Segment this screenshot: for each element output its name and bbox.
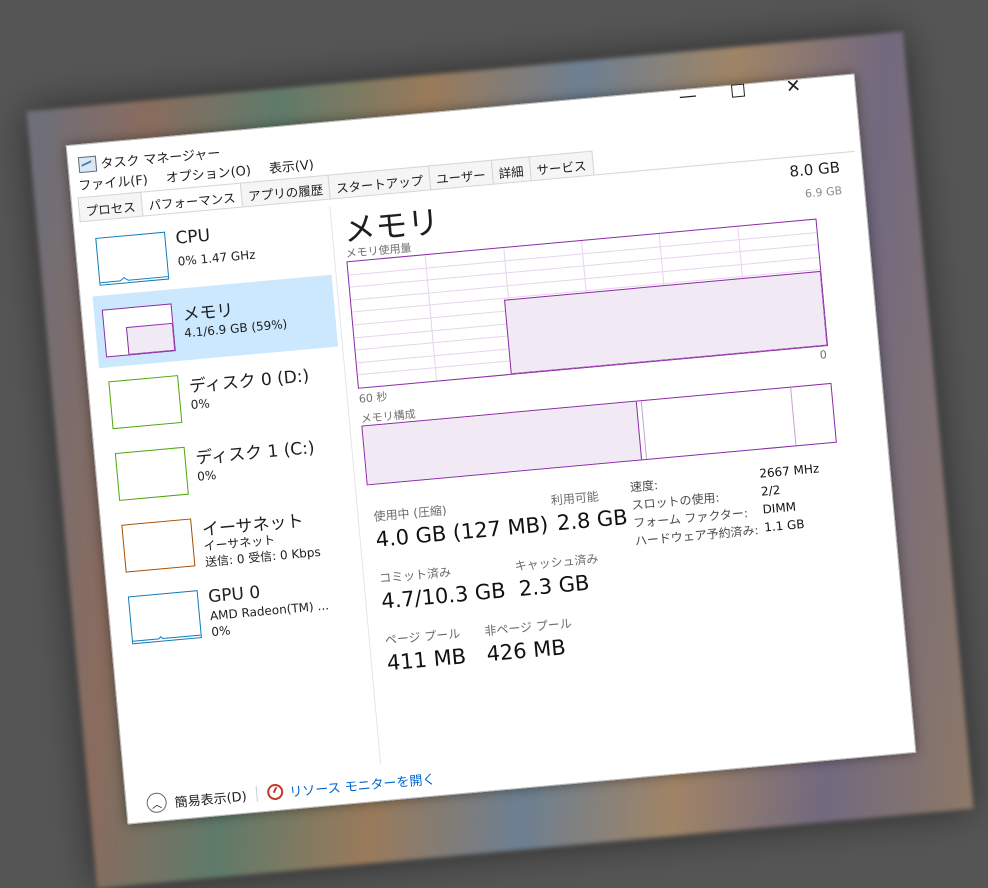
sidebar-gpu-usage: 0% [210,623,232,640]
available-label: 利用可能 [550,489,600,508]
gpu-thumbnail-line [132,634,201,642]
task-manager-app-icon [77,155,98,174]
tab-details[interactable]: 詳細 [490,156,532,184]
sidebar-disk0-name: ディスク 0 (D:) [188,366,311,398]
composition-standby-edge [790,387,797,446]
maximize-button[interactable] [713,75,762,109]
minimize-icon: — [677,84,698,108]
maximize-icon [730,83,745,98]
sidebar-disk0-usage: 0% [190,396,211,412]
close-button[interactable]: ✕ [769,70,818,104]
speed-label: 速度: [629,478,659,495]
ethernet-thumbnail-graph [121,518,196,573]
memory-usage-plot [348,226,828,381]
memory-thumbnail-graph [101,303,176,358]
memory-thumbnail-fill [125,322,176,355]
speed-value: 2667 MHz [758,461,820,481]
performance-sidebar: CPU 0% 1.47 GHz メモリ 4.1/6.9 GB (59%) ディス… [86,203,376,782]
disk0-thumbnail-graph [108,375,183,430]
resource-monitor-icon [266,783,285,801]
form-factor-value: DIMM [761,499,797,517]
sidebar-cpu-name: CPU [174,225,211,249]
nonpaged-pool-value: 426 MB [485,635,567,667]
menu-view[interactable]: 表示(V) [268,158,314,177]
memory-usage-series [504,270,828,375]
sidebar-gpu-name: GPU 0 [207,582,262,608]
memory-total: 8.0 GB [788,158,841,181]
slots-value: 2/2 [760,482,781,499]
memory-stats: 使用中 (圧縮) 4.0 GB (127 MB) 利用可能 2.8 GB コミッ… [368,455,886,719]
task-manager-window: タスク マネージャー — ✕ ファイル(F) オプション(O) 表示(V) プロ… [65,73,917,825]
sidebar-cpu-usage: 0% 1.47 GHz [177,247,257,269]
chevron-up-icon[interactable]: ︿ [145,791,168,814]
composition-modified-edge [640,401,648,459]
cpu-thumbnail-graph [95,231,170,286]
footer-separator [255,785,259,802]
minimize-button[interactable]: — [664,80,713,114]
paged-pool-value: 411 MB [385,644,468,676]
sidebar-disk1-name: ディスク 1 (C:) [194,438,316,469]
memory-detail-pane: メモリ 8.0 GB 6.9 GB メモリ使用量 0 60 秒 メモリ構成 使用… [341,156,890,759]
graph-zero-label: 0 [819,348,828,362]
hardware-reserved-value: 1.1 GB [763,516,806,535]
sidebar-memory-name: メモリ [181,300,235,326]
gpu-thumbnail-graph [127,590,202,645]
open-resource-monitor-link[interactable]: リソース モニターを開く [288,768,436,800]
close-icon: ✕ [784,75,802,98]
graph-time-label: 60 秒 [358,390,388,406]
cpu-thumbnail-line [100,276,169,284]
fewer-details-link[interactable]: 簡易表示(D) [174,785,247,810]
sidebar-disk1-usage: 0% [196,468,217,484]
disk1-thumbnail-graph [114,446,189,501]
memory-graph-max: 6.9 GB [804,184,843,201]
available-value: 2.8 GB [555,504,629,536]
cached-value: 2.3 GB [517,570,591,602]
